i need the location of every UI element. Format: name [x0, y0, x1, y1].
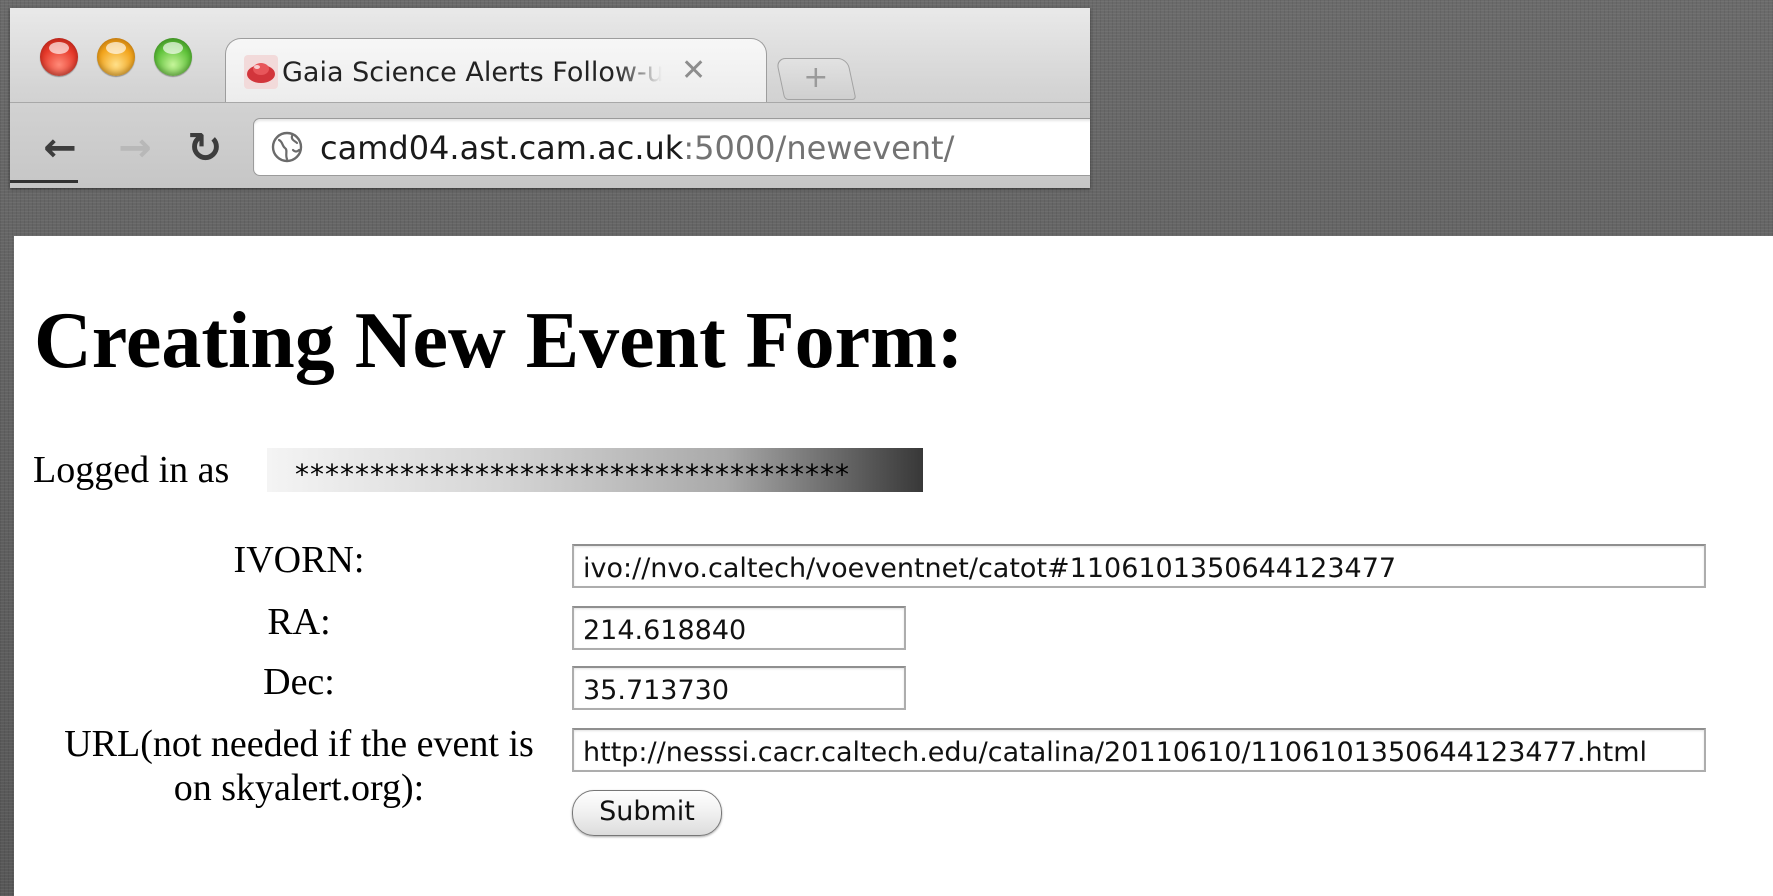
back-button[interactable]: ← — [35, 123, 85, 173]
logged-in-label: Logged in as — [33, 449, 230, 491]
ra-input[interactable]: 214.618840 — [572, 606, 906, 650]
redacted-username-text: ************************************* — [295, 458, 850, 491]
redacted-username: ************************************* — [267, 448, 923, 492]
globe-icon — [271, 131, 303, 163]
forward-button[interactable]: → — [110, 123, 160, 173]
url-input[interactable]: http://nesssi.cacr.caltech.edu/catalina/… — [572, 728, 1706, 772]
address-url: camd04.ast.cam.ac.uk:5000/newevent/ — [320, 129, 954, 167]
tab-title: Gaia Science Alerts Follow-up — [282, 57, 662, 88]
forward-arrow-icon: → — [118, 125, 152, 171]
reload-icon: ↻ — [187, 123, 223, 172]
url-label: URL(not needed if the event is on skyale… — [64, 723, 534, 809]
plus-icon: + — [803, 60, 829, 95]
new-tab-button[interactable]: + — [775, 58, 857, 100]
browser-window: Gaia Science Alerts Follow-up ✕ + ← → ↻ … — [10, 8, 1090, 188]
ivorn-input[interactable]: ivo://nvo.caltech/voeventnet/catot#11061… — [572, 544, 1706, 588]
window-minimize-button[interactable] — [97, 38, 135, 76]
dec-input[interactable]: 35.713730 — [572, 666, 906, 710]
toolbar-divider — [10, 102, 1090, 103]
ivorn-label: IVORN: — [233, 539, 365, 581]
submit-button[interactable]: Submit — [572, 790, 722, 836]
back-arrow-icon: ← — [43, 125, 77, 171]
window-close-button[interactable] — [40, 38, 78, 76]
address-host: camd04.ast.cam.ac.uk — [320, 129, 684, 167]
back-button-underline — [10, 180, 78, 183]
dec-label: Dec: — [263, 661, 335, 703]
window-maximize-button[interactable] — [154, 38, 192, 76]
ra-label: RA: — [267, 601, 331, 643]
reload-button[interactable]: ↻ — [180, 123, 230, 173]
tab-close-icon[interactable]: ✕ — [681, 53, 706, 89]
address-bar[interactable]: camd04.ast.cam.ac.uk:5000/newevent/ — [253, 118, 1090, 176]
gaia-favicon-icon — [244, 55, 278, 89]
web-page: Creating New Event Form: Logged in as **… — [14, 236, 1773, 896]
address-path: :5000/newevent/ — [683, 129, 955, 167]
page-title: Creating New Event Form: — [34, 297, 964, 385]
browser-tab[interactable]: Gaia Science Alerts Follow-up ✕ — [225, 38, 767, 103]
